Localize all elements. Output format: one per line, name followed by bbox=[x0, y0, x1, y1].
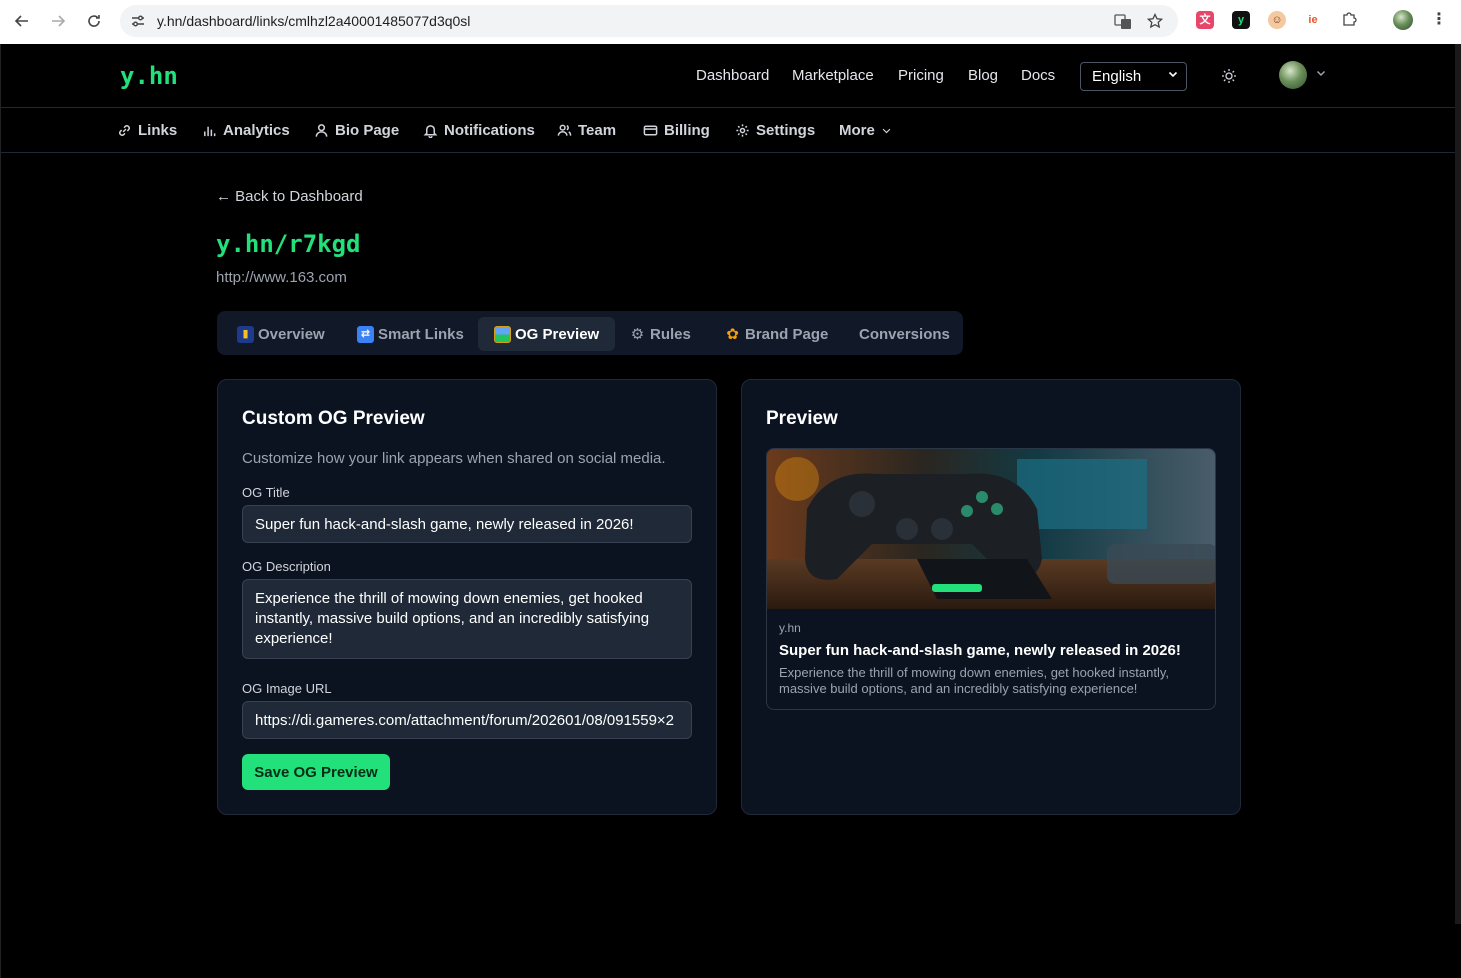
subnav-label: Team bbox=[578, 122, 617, 139]
nav-blog[interactable]: Blog bbox=[968, 67, 998, 84]
user-avatar[interactable] bbox=[1279, 61, 1307, 89]
theme-toggle-sun-icon[interactable] bbox=[1221, 68, 1237, 84]
save-og-preview-button[interactable]: Save OG Preview bbox=[242, 754, 390, 790]
shuffle-emoji-icon: ⇄ bbox=[357, 325, 374, 343]
url-text[interactable]: y.hn/dashboard/links/cmlhzl2a40001485077… bbox=[157, 13, 470, 29]
extension-translate-icon[interactable]: 文 bbox=[1196, 11, 1214, 29]
browser-toolbar: y.hn/dashboard/links/cmlhzl2a40001485077… bbox=[0, 0, 1461, 44]
reload-icon[interactable] bbox=[83, 10, 105, 32]
subnav-item-notifications[interactable]: Notifications bbox=[423, 122, 535, 139]
subnav-label: Analytics bbox=[223, 122, 290, 139]
tab-og-preview[interactable]: OG Preview bbox=[478, 317, 616, 351]
nav-docs[interactable]: Docs bbox=[1021, 67, 1055, 84]
subnav-label: Billing bbox=[664, 122, 710, 139]
preview-card: Preview y.hn Super fun hack-and-slash ga… bbox=[741, 379, 1241, 815]
extension-ie-icon[interactable]: ie bbox=[1304, 11, 1322, 29]
tab-label: Smart Links bbox=[378, 325, 464, 343]
chevron-down-icon bbox=[1168, 69, 1178, 82]
browser-profile-avatar[interactable] bbox=[1393, 10, 1413, 30]
og-preview-title: Super fun hack-and-slash game, newly rel… bbox=[779, 642, 1181, 659]
nav-dashboard[interactable]: Dashboard bbox=[696, 67, 769, 84]
subnav-label: Notifications bbox=[444, 122, 535, 139]
nav-marketplace[interactable]: Marketplace bbox=[792, 67, 874, 84]
og-image-url-label: OG Image URL bbox=[242, 681, 332, 696]
tab-smart-links[interactable]: ⇄ Smart Links bbox=[341, 317, 480, 351]
og-title-label: OG Title bbox=[242, 485, 290, 500]
tab-label: Rules bbox=[650, 325, 691, 343]
language-select[interactable]: English bbox=[1080, 62, 1187, 91]
custom-og-title: Custom OG Preview bbox=[242, 408, 425, 429]
dashboard-subnav: Links Analytics Bio Page Notifications T… bbox=[1, 109, 1461, 153]
original-url: http://www.163.com bbox=[216, 269, 347, 286]
site-settings-icon[interactable] bbox=[130, 13, 146, 29]
palette-emoji-icon: ✿ bbox=[726, 325, 739, 343]
gear-icon bbox=[736, 124, 749, 137]
translate-icon[interactable] bbox=[1114, 13, 1131, 29]
user-icon bbox=[315, 124, 328, 137]
subnav-item-team[interactable]: Team bbox=[557, 122, 616, 139]
og-title-input[interactable]: Super fun hack-and-slash game, newly rel… bbox=[242, 505, 692, 543]
nav-pricing[interactable]: Pricing bbox=[898, 67, 944, 84]
subnav-item-settings[interactable]: Settings bbox=[735, 122, 815, 139]
bell-icon bbox=[423, 125, 438, 138]
back-arrow-icon[interactable] bbox=[11, 10, 33, 32]
gear-emoji-icon: ⚙ bbox=[630, 325, 645, 343]
short-link-title: y.hn/r7kgd bbox=[216, 230, 361, 258]
subnav-item-bio-page[interactable]: Bio Page bbox=[314, 122, 399, 139]
og-preview-image bbox=[767, 449, 1215, 609]
framed-picture-emoji-icon bbox=[494, 325, 511, 343]
language-select-value: English bbox=[1092, 68, 1142, 85]
address-bar[interactable]: y.hn/dashboard/links/cmlhzl2a40001485077… bbox=[120, 5, 1178, 37]
top-header: y.hn Dashboard Marketplace Pricing Blog … bbox=[1, 44, 1461, 108]
custom-og-card: Custom OG Preview Customize how your lin… bbox=[217, 379, 717, 815]
chevron-down-icon bbox=[882, 128, 891, 134]
avatar-chevron-down-icon[interactable] bbox=[1316, 68, 1326, 81]
subnav-item-links[interactable]: Links bbox=[117, 122, 177, 139]
credit-card-icon bbox=[643, 125, 658, 136]
og-preview-box: y.hn Super fun hack-and-slash game, newl… bbox=[766, 448, 1216, 710]
back-to-dashboard-link[interactable]: ← Back to Dashboard bbox=[216, 188, 363, 205]
subnav-label: Links bbox=[138, 122, 178, 139]
og-preview-domain: y.hn bbox=[779, 621, 801, 635]
link-icon bbox=[119, 125, 130, 136]
bookmark-star-icon[interactable] bbox=[1146, 12, 1164, 29]
browser-menu-icon[interactable]: ⋮ bbox=[1430, 11, 1448, 29]
preview-title: Preview bbox=[766, 408, 838, 429]
subnav-label: Bio Page bbox=[335, 122, 400, 139]
custom-og-subtitle: Customize how your link appears when sha… bbox=[242, 450, 666, 467]
subnav-label: Settings bbox=[756, 122, 816, 139]
subnav-item-analytics[interactable]: Analytics bbox=[202, 122, 290, 139]
subnav-item-billing[interactable]: Billing bbox=[643, 122, 710, 139]
tab-conversions[interactable]: Conversions bbox=[843, 317, 966, 351]
tab-label: OG Preview bbox=[515, 325, 600, 343]
tab-label: Overview bbox=[258, 325, 325, 343]
bar-chart-emoji-icon: ▮ bbox=[237, 325, 254, 343]
extension-yhn-icon[interactable]: y bbox=[1232, 11, 1250, 29]
link-tabs: ▮ Overview ⇄ Smart Links OG Preview ⚙ Ru… bbox=[217, 311, 963, 355]
tab-overview[interactable]: ▮ Overview bbox=[221, 317, 341, 351]
og-description-label: OG Description bbox=[242, 559, 331, 574]
extension-face-icon[interactable]: ☺ bbox=[1268, 11, 1286, 29]
subnav-item-more[interactable]: More bbox=[839, 122, 892, 139]
page-scrollbar[interactable] bbox=[1455, 44, 1461, 924]
subnav-label: More bbox=[839, 122, 875, 139]
bar-chart-icon bbox=[204, 126, 216, 137]
tab-label: Brand Page bbox=[745, 325, 829, 343]
tab-brand-page[interactable]: ✿ Brand Page bbox=[708, 317, 844, 351]
og-preview-description: Experience the thrill of mowing down ene… bbox=[779, 665, 1169, 696]
og-image-url-input[interactable]: https://di.gameres.com/attachment/forum/… bbox=[242, 701, 692, 739]
users-icon bbox=[557, 124, 572, 136]
tab-label: Conversions bbox=[859, 325, 950, 343]
og-description-textarea[interactable]: Experience the thrill of mowing down ene… bbox=[242, 579, 692, 659]
tab-rules[interactable]: ⚙ Rules bbox=[613, 317, 707, 351]
forward-arrow-icon[interactable] bbox=[47, 10, 69, 32]
logo[interactable]: y.hn bbox=[120, 62, 178, 90]
extensions-puzzle-icon[interactable] bbox=[1340, 11, 1358, 29]
app-root: y.hn Dashboard Marketplace Pricing Blog … bbox=[0, 44, 1461, 978]
